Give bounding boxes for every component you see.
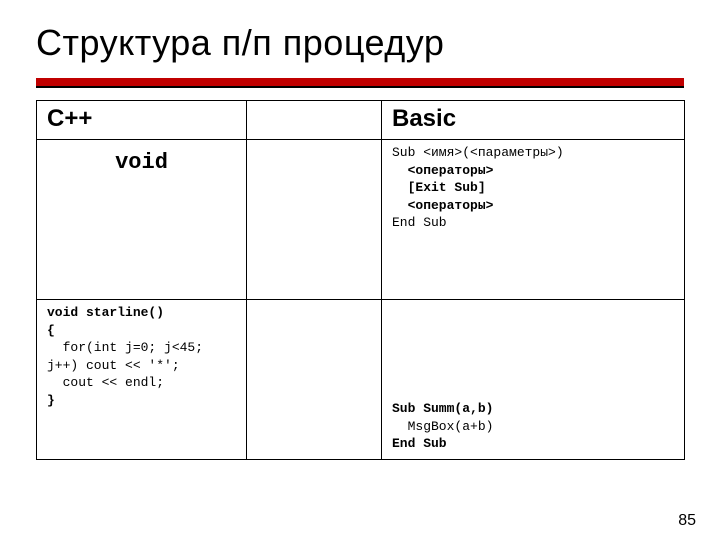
- body-mid-cell: [247, 140, 382, 300]
- head-basic-label: Basic: [392, 105, 456, 132]
- comparison-table: С++ Basic void Sub <имя>(<параметры>) <о…: [36, 100, 685, 460]
- table-row-example: void starline() { for(int j=0; j<45; j++…: [37, 300, 685, 460]
- table-row-body: void Sub <имя>(<параметры>) <операторы> …: [37, 140, 685, 300]
- slide-title: Структура п/п процедур: [36, 22, 444, 64]
- page-number: 85: [678, 512, 696, 530]
- cpp-example-code: void starline() { for(int j=0; j<45; j++…: [47, 304, 236, 409]
- slide: Структура п/п процедур С++ Basic void: [0, 0, 720, 540]
- cpp-void-keyword: void: [47, 144, 236, 175]
- basic-template-code: Sub <имя>(<параметры>) <операторы> [Exit…: [392, 144, 674, 232]
- basic-example-code: Sub Summ(a,b) MsgBox(a+b) End Sub: [392, 400, 674, 453]
- title-rule-thin: [36, 86, 684, 88]
- example-basic-cell: Sub Summ(a,b) MsgBox(a+b) End Sub: [382, 300, 685, 460]
- example-cpp-cell: void starline() { for(int j=0; j<45; j++…: [37, 300, 247, 460]
- head-mid-cell: [247, 101, 382, 140]
- head-cpp-label: С++: [47, 105, 92, 132]
- title-rule-red: [36, 78, 684, 86]
- head-cpp-cell: С++: [37, 101, 247, 140]
- head-basic-cell: Basic: [382, 101, 685, 140]
- body-basic-cell: Sub <имя>(<параметры>) <операторы> [Exit…: [382, 140, 685, 300]
- body-cpp-cell: void: [37, 140, 247, 300]
- table-row-head: С++ Basic: [37, 101, 685, 140]
- example-mid-cell: [247, 300, 382, 460]
